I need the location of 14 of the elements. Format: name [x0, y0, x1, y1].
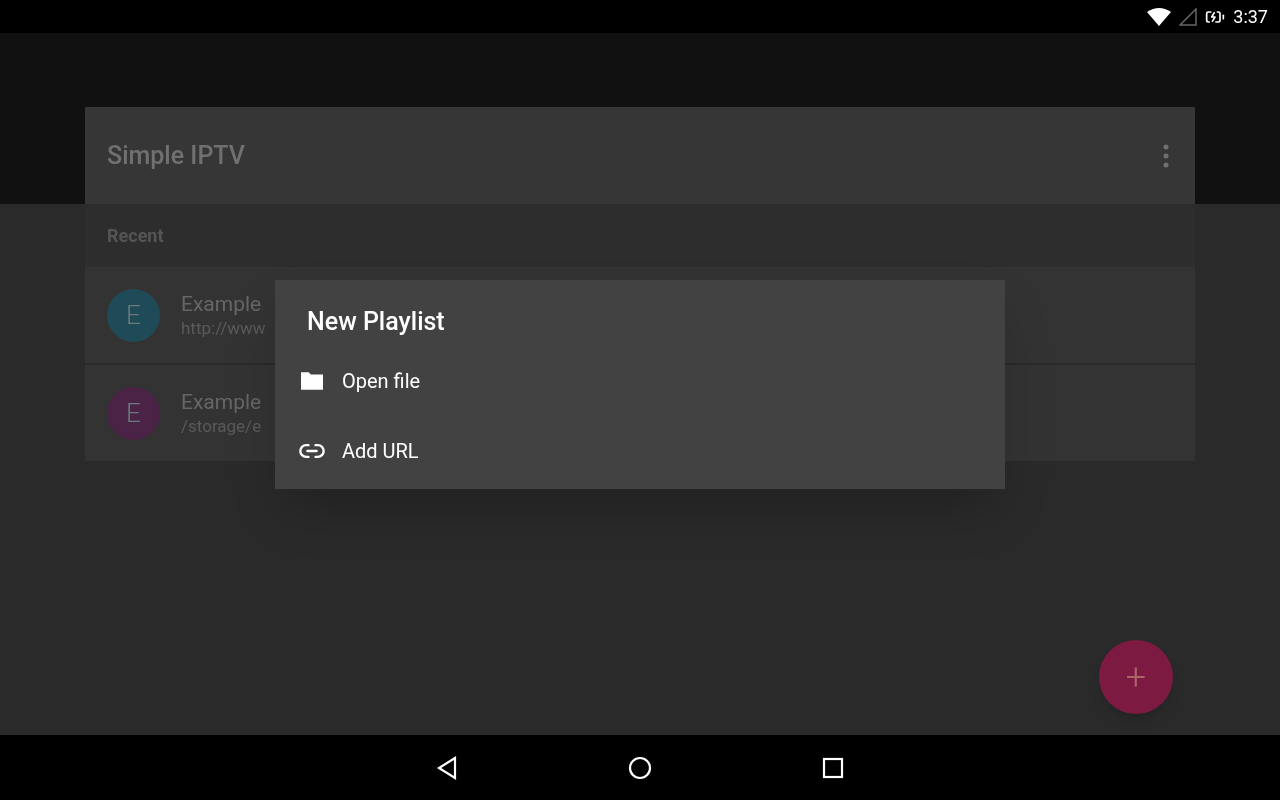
- signal-icon: [1179, 7, 1198, 26]
- dialog-title: New Playlist: [306, 306, 446, 338]
- wifi-icon: [1147, 7, 1172, 26]
- avatar: E: [107, 386, 160, 440]
- dialog-option[interactable]: Open file: [275, 346, 1005, 416]
- more-icon[interactable]: [1163, 143, 1169, 168]
- status-time: 3:37: [1233, 5, 1268, 29]
- dialog-option[interactable]: Add URL: [275, 416, 1005, 486]
- recents-icon[interactable]: [822, 756, 844, 779]
- back-icon[interactable]: [436, 755, 458, 780]
- home-icon[interactable]: [628, 755, 652, 780]
- avatar: E: [107, 288, 160, 342]
- folder-icon: [298, 370, 326, 392]
- app-title: Simple IPTV: [107, 139, 245, 172]
